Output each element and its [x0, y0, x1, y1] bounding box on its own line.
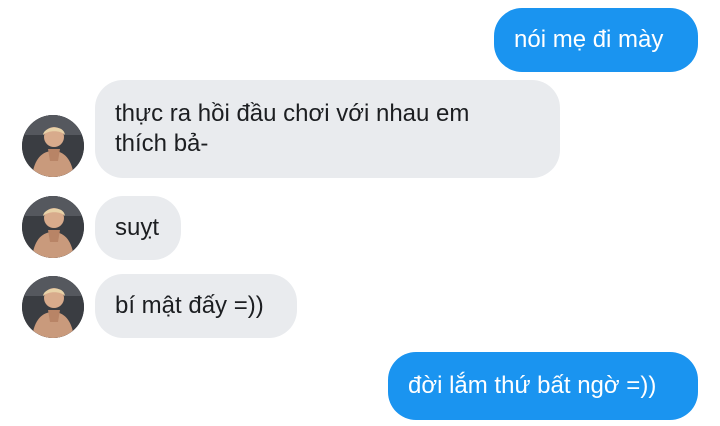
outgoing-message-bubble[interactable]: nói mẹ đi mày — [494, 8, 698, 72]
message-text: suỵt — [115, 214, 160, 241]
message-text: nói mẹ đi mày — [514, 26, 664, 53]
incoming-message-bubble[interactable]: thực ra hồi đầu chơi với nhau em thích b… — [95, 80, 560, 178]
message-text: bí mật đấy =)) — [115, 292, 264, 319]
message-text: đời lắm thứ bất ngờ =)) — [408, 372, 657, 399]
avatar-photo-icon — [22, 196, 84, 258]
incoming-message-bubble[interactable]: bí mật đấy =)) — [95, 274, 297, 338]
contact-avatar[interactable] — [22, 196, 84, 258]
chat-thread: nói mẹ đi mày thực ra hồi đầu chơi với n… — [0, 0, 720, 426]
contact-avatar[interactable] — [22, 276, 84, 338]
contact-avatar[interactable] — [22, 115, 84, 177]
avatar-photo-icon — [22, 276, 84, 338]
avatar-photo-icon — [22, 115, 84, 177]
outgoing-message-bubble[interactable]: đời lắm thứ bất ngờ =)) — [388, 352, 698, 420]
message-text: thực ra hồi đầu chơi với nhau em thích b… — [115, 100, 470, 157]
incoming-message-bubble[interactable]: suỵt — [95, 196, 181, 260]
